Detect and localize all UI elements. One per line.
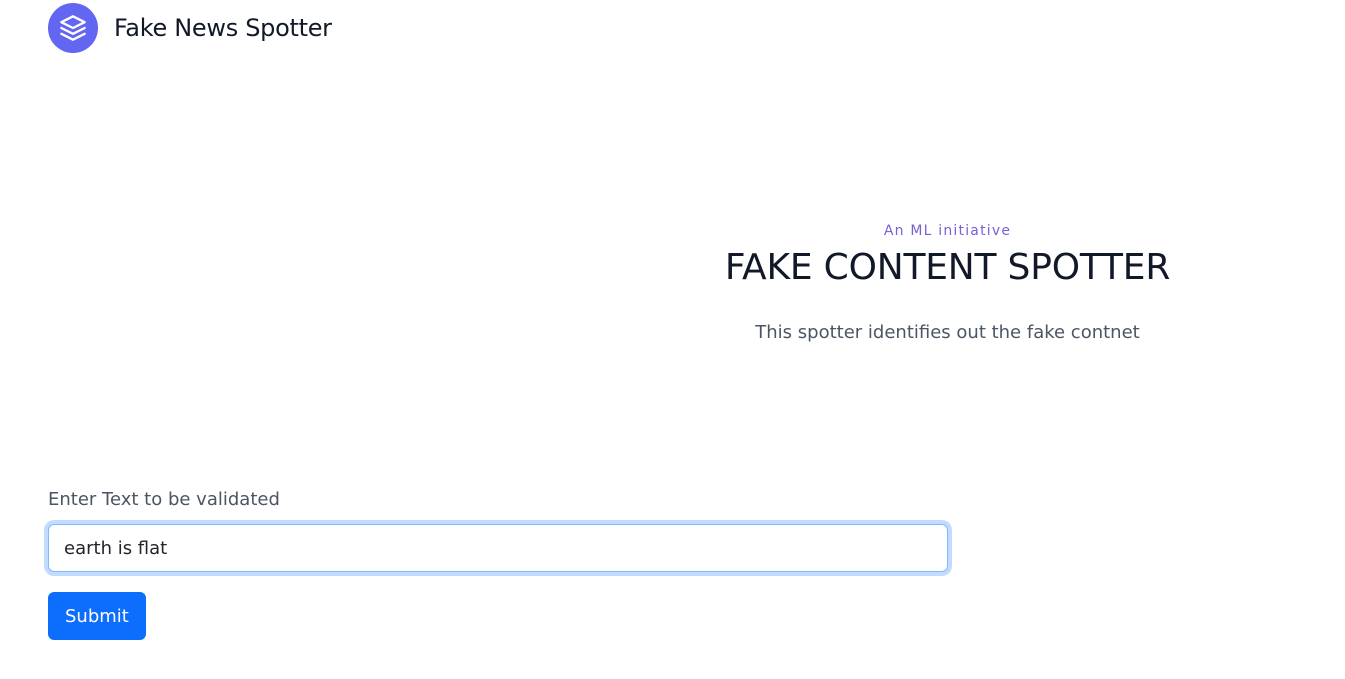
page: Fake News Spotter An ML initiative FAKE … bbox=[0, 0, 1345, 679]
submit-button[interactable]: Submit bbox=[48, 592, 146, 640]
brand-name: Fake News Spotter bbox=[114, 14, 332, 42]
text-input[interactable] bbox=[48, 524, 948, 572]
tagline: An ML initiative bbox=[883, 223, 1012, 239]
logo bbox=[48, 3, 98, 53]
layers-icon bbox=[60, 15, 86, 41]
validation-form: Enter Text to be validated Submit bbox=[48, 487, 948, 640]
brand[interactable]: Fake News Spotter bbox=[48, 3, 332, 53]
text-input-label: Enter Text to be validated bbox=[48, 489, 280, 510]
hero-section: An ML initiative FAKE CONTENT SPOTTER Th… bbox=[650, 220, 1245, 346]
hero-description: This spotter identifies out the fake con… bbox=[755, 322, 1140, 343]
page-title: FAKE CONTENT SPOTTER bbox=[724, 247, 1171, 288]
